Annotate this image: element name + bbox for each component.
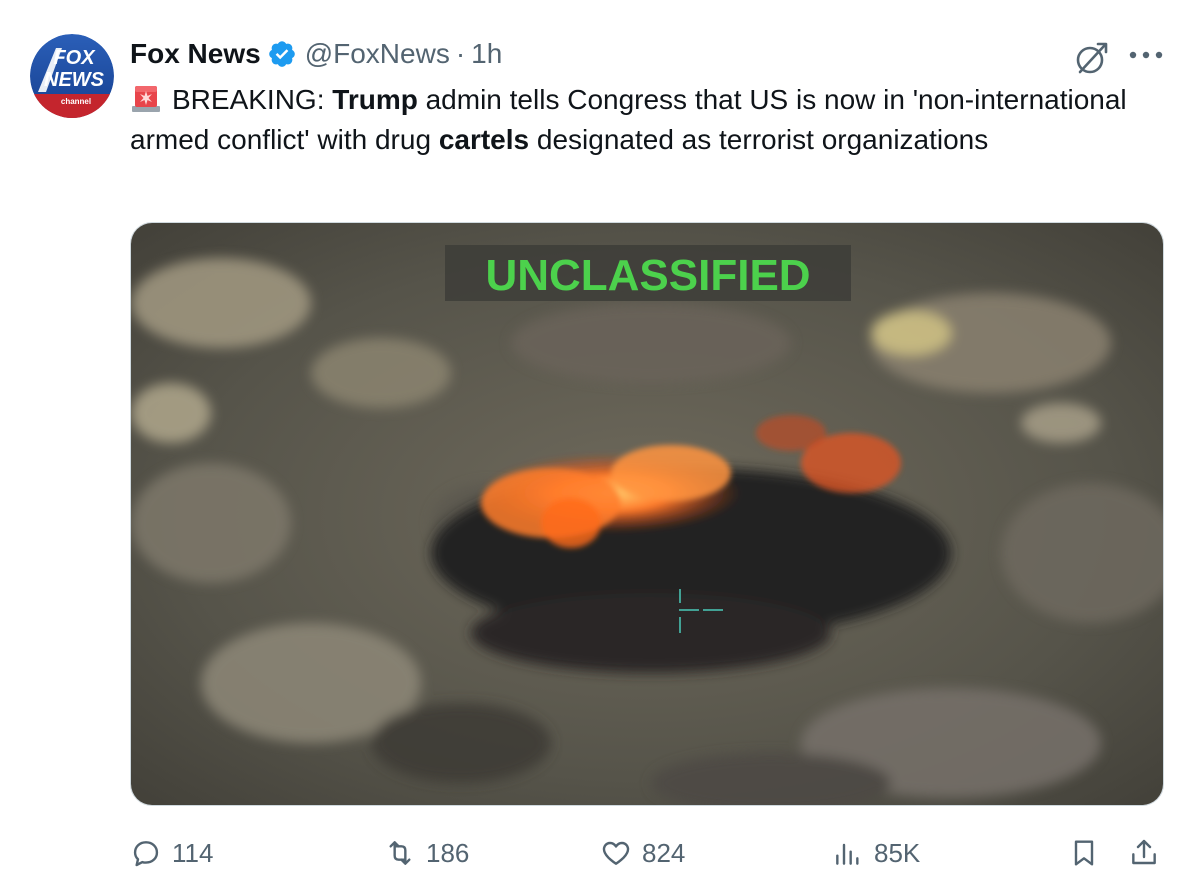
avatar-line3: channel (61, 97, 91, 106)
views-button[interactable]: 85K (832, 828, 920, 878)
separator-dot: · (455, 38, 466, 69)
tweet-text-part-5: designated as terrorist organizations (529, 124, 989, 155)
repost-button[interactable]: 186 (384, 828, 469, 878)
tweet-time[interactable]: 1h (471, 38, 502, 70)
tweet-text-cartels[interactable]: cartels (439, 124, 529, 155)
verified-badge-icon (268, 41, 295, 67)
heart-icon (602, 841, 630, 865)
fox-news-avatar[interactable]: FOX NEWS channel (30, 34, 114, 118)
author-handle[interactable]: @FoxNews (305, 38, 450, 70)
like-count: 824 (642, 837, 686, 868)
grok-icon[interactable] (1072, 40, 1110, 78)
tweet[interactable]: FOX NEWS channel Fox News @FoxNews · 1h (0, 0, 1196, 892)
views-count: 85K (874, 837, 921, 868)
repost-icon (389, 841, 411, 865)
like-button[interactable]: 824 (600, 828, 685, 878)
tweet-text: BREAKING: Trump admin tells Congress tha… (130, 80, 1130, 160)
reply-count: 114 (172, 837, 214, 868)
repost-count: 186 (426, 837, 470, 868)
tweet-header: Fox News @FoxNews · 1h (130, 34, 502, 74)
views-chart-icon (836, 843, 859, 865)
share-icon[interactable] (1128, 837, 1160, 869)
more-icon[interactable] (1126, 48, 1166, 62)
bookmark-icon[interactable] (1068, 837, 1100, 869)
reply-button[interactable]: 114 (130, 828, 213, 878)
author-name[interactable]: Fox News (130, 38, 261, 70)
tweet-media-image[interactable]: UNCLASSIFIED (130, 222, 1164, 806)
tweet-text-trump[interactable]: Trump (332, 84, 418, 115)
siren-emoji-icon (132, 86, 160, 112)
action-bar: 114 186 824 85K (0, 828, 1196, 878)
tweet-text-part-1: BREAKING: (172, 84, 333, 115)
unclassified-label: UNCLASSIFIED (485, 251, 810, 300)
reply-icon (133, 841, 159, 867)
